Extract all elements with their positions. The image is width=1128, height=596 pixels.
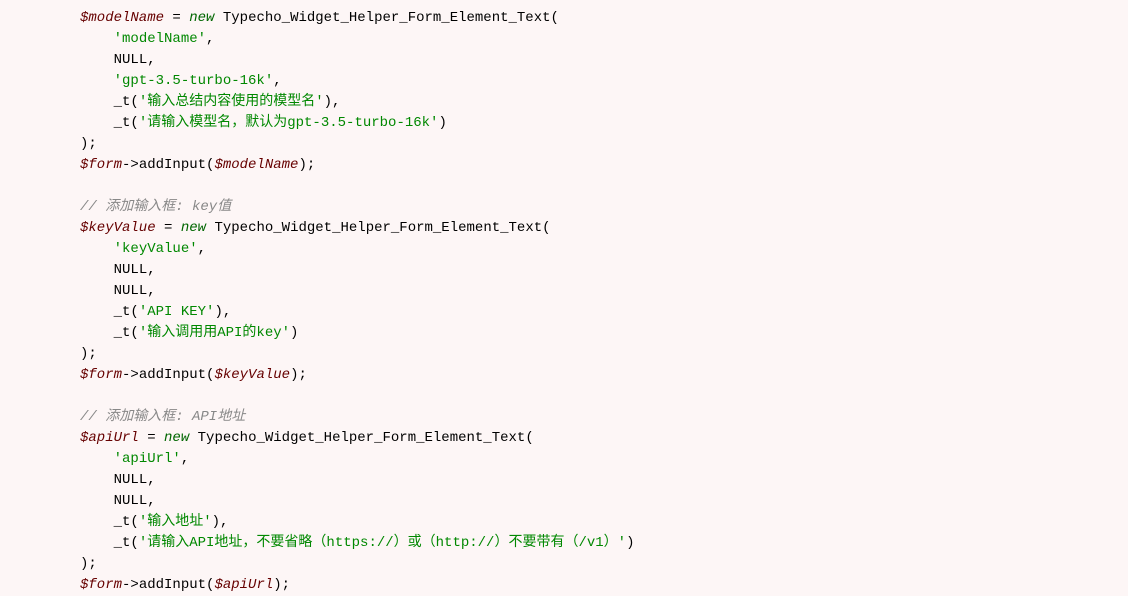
class-name: Typecho_Widget_Helper_Form_Element_Text [214,220,542,236]
null-constant: NULL [114,493,148,509]
variable-modelName: $modelName [80,10,164,26]
string-arg: '输入调用用API的key' [139,325,290,341]
null-constant: NULL [114,472,148,488]
function-call: _t [114,325,131,341]
variable-keyValue: $keyValue [214,367,290,383]
method-call: ->addInput( [122,577,214,593]
string-arg: '请输入模型名，默认为gpt-3.5-turbo-16k' [139,115,439,131]
function-call: _t [114,535,131,551]
class-name: Typecho_Widget_Helper_Form_Element_Text [223,10,551,26]
function-call: _t [114,94,131,110]
string-arg: '输入总结内容使用的模型名' [139,94,324,110]
string-arg: 'API KEY' [139,304,215,320]
method-call: ->addInput( [122,367,214,383]
variable-apiUrl: $apiUrl [80,430,139,446]
keyword-new: new [164,430,189,446]
comment-line: // 添加输入框: API地址 [80,409,245,425]
keyword-new: new [181,220,206,236]
keyword-new: new [189,10,214,26]
variable-apiUrl: $apiUrl [214,577,273,593]
function-call: _t [114,304,131,320]
variable-form: $form [80,577,122,593]
string-arg: 'keyValue' [114,241,198,257]
code-block: $modelName = new Typecho_Widget_Helper_F… [0,8,1128,596]
null-constant: NULL [114,52,148,68]
string-arg: 'apiUrl' [114,451,181,467]
comment-line: // 添加输入框: key值 [80,199,231,215]
string-arg: 'gpt-3.5-turbo-16k' [114,73,274,89]
string-arg: '请输入API地址，不要省略（https://）或（http://）不要带有（/… [139,535,626,551]
variable-keyValue: $keyValue [80,220,156,236]
string-arg: 'modelName' [114,31,206,47]
variable-form: $form [80,367,122,383]
variable-form: $form [80,157,122,173]
null-constant: NULL [114,262,148,278]
function-call: _t [114,115,131,131]
null-constant: NULL [114,283,148,299]
variable-modelName: $modelName [214,157,298,173]
class-name: Typecho_Widget_Helper_Form_Element_Text [198,430,526,446]
function-call: _t [114,514,131,530]
method-call: ->addInput( [122,157,214,173]
string-arg: '输入地址' [139,514,212,530]
